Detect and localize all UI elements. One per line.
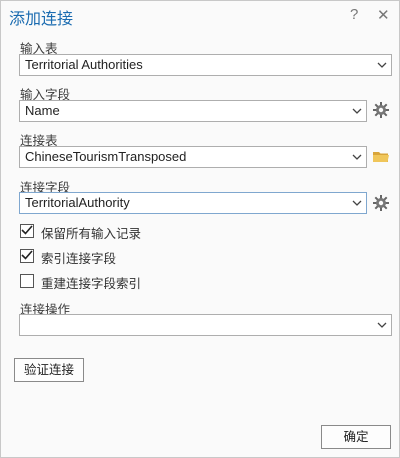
dialog-title: 添加连接 <box>9 11 74 28</box>
chevron-down-icon <box>352 154 362 160</box>
index-join-field-label: 索引连接字段 <box>41 252 117 266</box>
gear-icon[interactable] <box>372 194 390 212</box>
checkmark-icon <box>21 225 33 235</box>
input-table-value: Territorial Authorities <box>25 57 143 72</box>
rebuild-index-label: 重建连接字段索引 <box>41 277 142 291</box>
keep-all-records-checkbox[interactable] <box>20 224 34 238</box>
input-field-dropdown[interactable]: Name <box>19 100 367 122</box>
join-field-dropdown[interactable]: TerritorialAuthority <box>19 192 367 214</box>
add-join-dialog: 添加连接 ? ✕ 输入表 Territorial Authorities 输入字… <box>0 0 400 458</box>
join-table-value: ChineseTourismTransposed <box>25 149 187 164</box>
input-field-value: Name <box>25 103 60 118</box>
index-join-field-checkbox[interactable] <box>20 249 34 263</box>
ok-button[interactable]: 确定 <box>321 425 391 449</box>
gear-icon[interactable] <box>372 101 390 119</box>
rebuild-index-checkbox[interactable] <box>20 274 34 288</box>
join-table-dropdown[interactable]: ChineseTourismTransposed <box>19 146 367 168</box>
input-table-dropdown[interactable]: Territorial Authorities <box>19 54 392 76</box>
checkmark-icon <box>21 250 33 260</box>
chevron-down-icon <box>352 108 362 114</box>
keep-all-records-label: 保留所有输入记录 <box>41 227 142 241</box>
chevron-down-icon <box>352 200 362 206</box>
join-field-value: TerritorialAuthority <box>25 195 130 210</box>
chevron-down-icon <box>377 322 387 328</box>
join-operation-dropdown[interactable] <box>19 314 392 336</box>
help-icon[interactable]: ? <box>350 6 358 23</box>
folder-icon[interactable] <box>372 148 390 166</box>
chevron-down-icon <box>377 62 387 68</box>
close-icon[interactable]: ✕ <box>377 6 390 24</box>
validate-join-button[interactable]: 验证连接 <box>14 358 84 382</box>
